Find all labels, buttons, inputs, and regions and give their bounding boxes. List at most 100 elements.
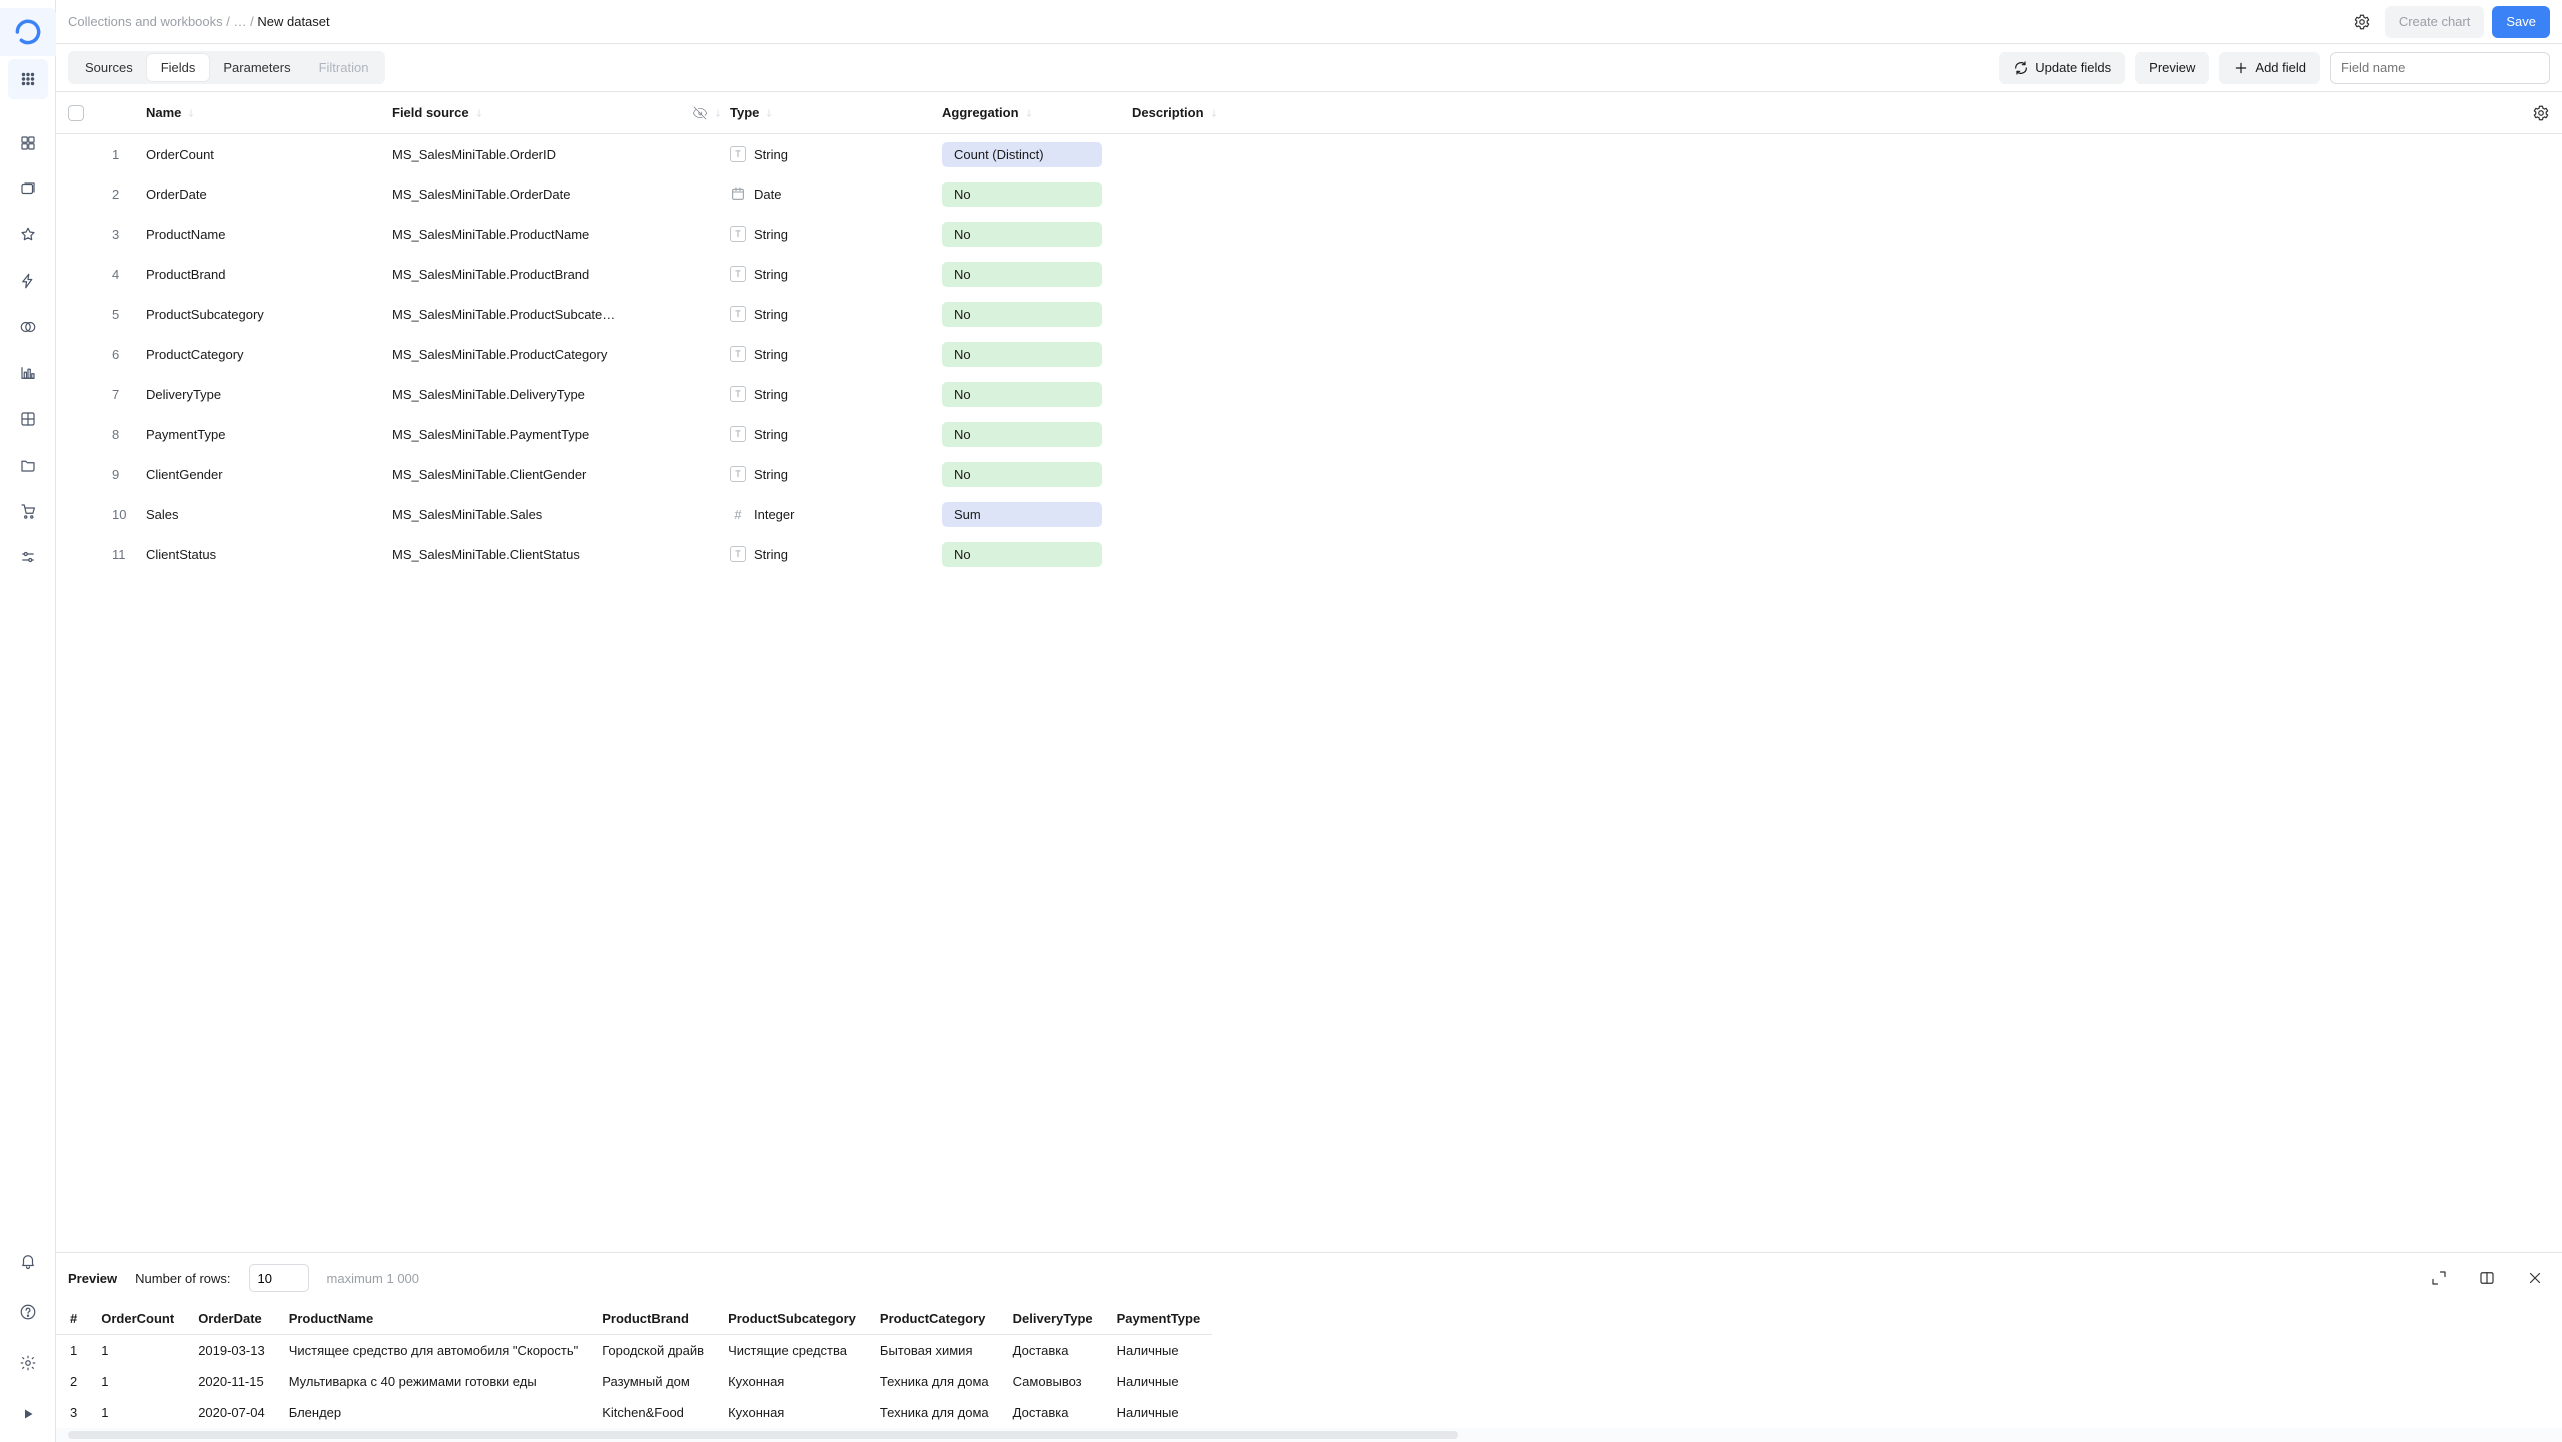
preview-col[interactable]: OrderCount (89, 1303, 186, 1335)
field-type[interactable]: Date (730, 186, 942, 202)
field-aggregation[interactable]: No (942, 302, 1102, 327)
preview-cell: 2 (56, 1366, 89, 1397)
field-aggregation[interactable]: Count (Distinct) (942, 142, 1102, 167)
field-name[interactable]: OrderCount (146, 147, 392, 162)
col-desc[interactable]: Description (1132, 105, 1204, 120)
rows-input[interactable] (249, 1264, 309, 1292)
breadcrumb[interactable]: Collections and workbooks / … / New data… (68, 14, 330, 29)
preview-col[interactable]: OrderDate (186, 1303, 277, 1335)
field-row[interactable]: 11ClientStatusMS_SalesMiniTable.ClientSt… (56, 534, 2562, 574)
col-name[interactable]: Name (146, 105, 181, 120)
field-source: MS_SalesMiniTable.ProductSubcate… (392, 307, 692, 322)
field-aggregation[interactable]: No (942, 422, 1102, 447)
settings-button[interactable] (2347, 7, 2377, 37)
field-row[interactable]: 4ProductBrandMS_SalesMiniTable.ProductBr… (56, 254, 2562, 294)
preview-col[interactable]: DeliveryType (1001, 1303, 1105, 1335)
field-name[interactable]: ProductSubcategory (146, 307, 392, 322)
preview-expand-icon[interactable] (2424, 1263, 2454, 1293)
field-name[interactable]: OrderDate (146, 187, 392, 202)
nav-play-icon[interactable] (8, 1394, 48, 1434)
preview-col[interactable]: ProductCategory (868, 1303, 1001, 1335)
field-aggregation[interactable]: No (942, 342, 1102, 367)
field-type[interactable]: TString (730, 266, 942, 282)
field-type[interactable]: TString (730, 346, 942, 362)
nav-sliders-icon[interactable] (8, 537, 48, 577)
col-type[interactable]: Type (730, 105, 759, 120)
preview-close-icon[interactable] (2520, 1263, 2550, 1293)
col-agg[interactable]: Aggregation (942, 105, 1019, 120)
nav-bell-icon[interactable] (8, 1241, 48, 1281)
field-aggregation[interactable]: No (942, 182, 1102, 207)
field-source: MS_SalesMiniTable.PaymentType (392, 427, 692, 442)
field-type[interactable]: TString (730, 226, 942, 242)
nav-settings-icon[interactable] (8, 1343, 48, 1383)
field-type[interactable]: TString (730, 546, 942, 562)
columns-settings-icon[interactable] (2532, 104, 2550, 122)
field-row[interactable]: 1OrderCountMS_SalesMiniTable.OrderIDTStr… (56, 134, 2562, 174)
field-row[interactable]: 2OrderDateMS_SalesMiniTable.OrderDateDat… (56, 174, 2562, 214)
field-type[interactable]: TString (730, 306, 942, 322)
field-row[interactable]: 6ProductCategoryMS_SalesMiniTable.Produc… (56, 334, 2562, 374)
field-aggregation[interactable]: No (942, 222, 1102, 247)
preview-panel: Preview Number of rows: maximum 1 000 #O… (56, 1252, 2562, 1442)
col-source[interactable]: Field source (392, 105, 469, 120)
tab-fields[interactable]: Fields (147, 54, 210, 81)
field-name[interactable]: ProductName (146, 227, 392, 242)
field-name[interactable]: ClientGender (146, 467, 392, 482)
nav-star-icon[interactable] (8, 215, 48, 255)
tab-sources[interactable]: Sources (71, 54, 147, 81)
preview-cell: 1 (89, 1335, 186, 1367)
field-name[interactable]: ProductCategory (146, 347, 392, 362)
field-name[interactable]: ProductBrand (146, 267, 392, 282)
nav-dashboard-icon[interactable] (8, 123, 48, 163)
breadcrumb-root[interactable]: Collections and workbooks (68, 14, 223, 29)
field-row[interactable]: 9ClientGenderMS_SalesMiniTable.ClientGen… (56, 454, 2562, 494)
field-type[interactable]: TString (730, 466, 942, 482)
field-type[interactable]: #Integer (730, 506, 942, 522)
field-type[interactable]: TString (730, 426, 942, 442)
field-row[interactable]: 8PaymentTypeMS_SalesMiniTable.PaymentTyp… (56, 414, 2562, 454)
preview-hscroll[interactable] (56, 1428, 2562, 1442)
nav-help-icon[interactable] (8, 1292, 48, 1332)
select-all-checkbox[interactable] (68, 105, 84, 121)
field-aggregation[interactable]: No (942, 382, 1102, 407)
field-row[interactable]: 3ProductNameMS_SalesMiniTable.ProductNam… (56, 214, 2562, 254)
field-search-input[interactable] (2330, 52, 2550, 84)
add-field-button[interactable]: Add field (2219, 52, 2320, 84)
create-chart-button[interactable]: Create chart (2385, 6, 2485, 38)
field-row[interactable]: 7DeliveryTypeMS_SalesMiniTable.DeliveryT… (56, 374, 2562, 414)
preview-col[interactable]: # (56, 1303, 89, 1335)
logo[interactable] (0, 8, 56, 56)
field-row[interactable]: 10SalesMS_SalesMiniTable.Sales#IntegerSu… (56, 494, 2562, 534)
preview-button[interactable]: Preview (2135, 52, 2209, 84)
field-row[interactable]: 5ProductSubcategoryMS_SalesMiniTable.Pro… (56, 294, 2562, 334)
field-aggregation[interactable]: Sum (942, 502, 1102, 527)
nav-collections-icon[interactable] (8, 169, 48, 209)
preview-split-icon[interactable] (2472, 1263, 2502, 1293)
save-button[interactable]: Save (2492, 6, 2550, 38)
update-fields-button[interactable]: Update fields (1999, 52, 2125, 84)
nav-grid-icon[interactable] (8, 399, 48, 439)
preview-col[interactable]: PaymentType (1105, 1303, 1213, 1335)
field-name[interactable]: ClientStatus (146, 547, 392, 562)
nav-cart-icon[interactable] (8, 491, 48, 531)
tab-parameters[interactable]: Parameters (209, 54, 304, 81)
nav-bolt-icon[interactable] (8, 261, 48, 301)
visibility-icon[interactable] (692, 105, 708, 121)
field-aggregation[interactable]: No (942, 462, 1102, 487)
field-aggregation[interactable]: No (942, 542, 1102, 567)
field-name[interactable]: PaymentType (146, 427, 392, 442)
field-name[interactable]: DeliveryType (146, 387, 392, 402)
apps-icon[interactable] (8, 59, 48, 99)
breadcrumb-mid[interactable]: … (234, 14, 247, 29)
nav-folder-icon[interactable] (8, 445, 48, 485)
preview-col[interactable]: ProductName (277, 1303, 591, 1335)
preview-col[interactable]: ProductBrand (590, 1303, 716, 1335)
field-type[interactable]: TString (730, 386, 942, 402)
field-name[interactable]: Sales (146, 507, 392, 522)
nav-venn-icon[interactable] (8, 307, 48, 347)
field-type[interactable]: TString (730, 146, 942, 162)
field-aggregation[interactable]: No (942, 262, 1102, 287)
nav-chart-icon[interactable] (8, 353, 48, 393)
preview-col[interactable]: ProductSubcategory (716, 1303, 868, 1335)
